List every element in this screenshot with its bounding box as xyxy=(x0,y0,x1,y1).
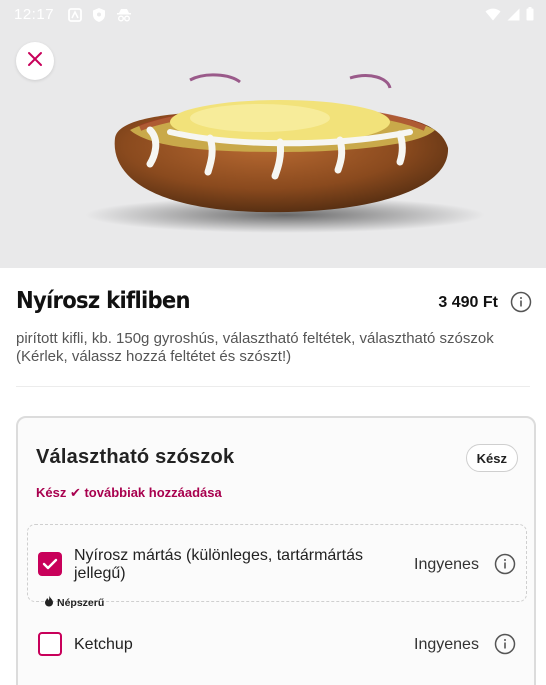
section-subtitle: Kész ✔ továbbiak hozzáadása xyxy=(36,485,222,500)
app-icon xyxy=(68,8,82,26)
info-icon[interactable] xyxy=(494,553,516,575)
option-price: Ingyenes xyxy=(414,636,479,653)
status-bar: 12:17 xyxy=(0,0,546,32)
product-price: 3 490 Ft xyxy=(438,294,498,311)
info-icon[interactable] xyxy=(510,291,532,313)
option-label: Nyírosz mártás (különleges, tartármártás… xyxy=(74,547,363,582)
close-icon xyxy=(27,51,43,72)
sauce-options-card: Választható szószok Kész Kész ✔ továbbia… xyxy=(16,416,536,685)
divider xyxy=(16,386,530,387)
close-button[interactable] xyxy=(16,42,54,80)
product-hero-image: 12:17 xyxy=(0,0,546,268)
signal-icon xyxy=(507,8,520,25)
checkbox-unchecked[interactable] xyxy=(38,632,62,656)
status-time: 12:17 xyxy=(14,6,55,23)
done-button[interactable]: Kész xyxy=(465,444,518,472)
section-title: Választható szószok xyxy=(36,446,235,468)
product-description: pirított kifli, kb. 150g gyroshús, válas… xyxy=(16,330,494,365)
checkbox-checked[interactable] xyxy=(38,552,62,576)
battery-icon xyxy=(526,7,534,25)
incognito-icon xyxy=(116,8,132,26)
popular-label: Népszerű xyxy=(57,596,105,609)
popular-badge: Népszerű xyxy=(44,595,104,610)
shield-icon xyxy=(92,7,106,27)
option-price: Ingyenes xyxy=(414,556,479,573)
info-icon[interactable] xyxy=(494,633,516,655)
product-title: Nyírosz kifliben xyxy=(16,288,191,314)
wifi-icon xyxy=(485,8,501,25)
food-illustration xyxy=(70,60,490,245)
flame-icon xyxy=(44,595,54,610)
option-label: Ketchup xyxy=(74,636,133,653)
